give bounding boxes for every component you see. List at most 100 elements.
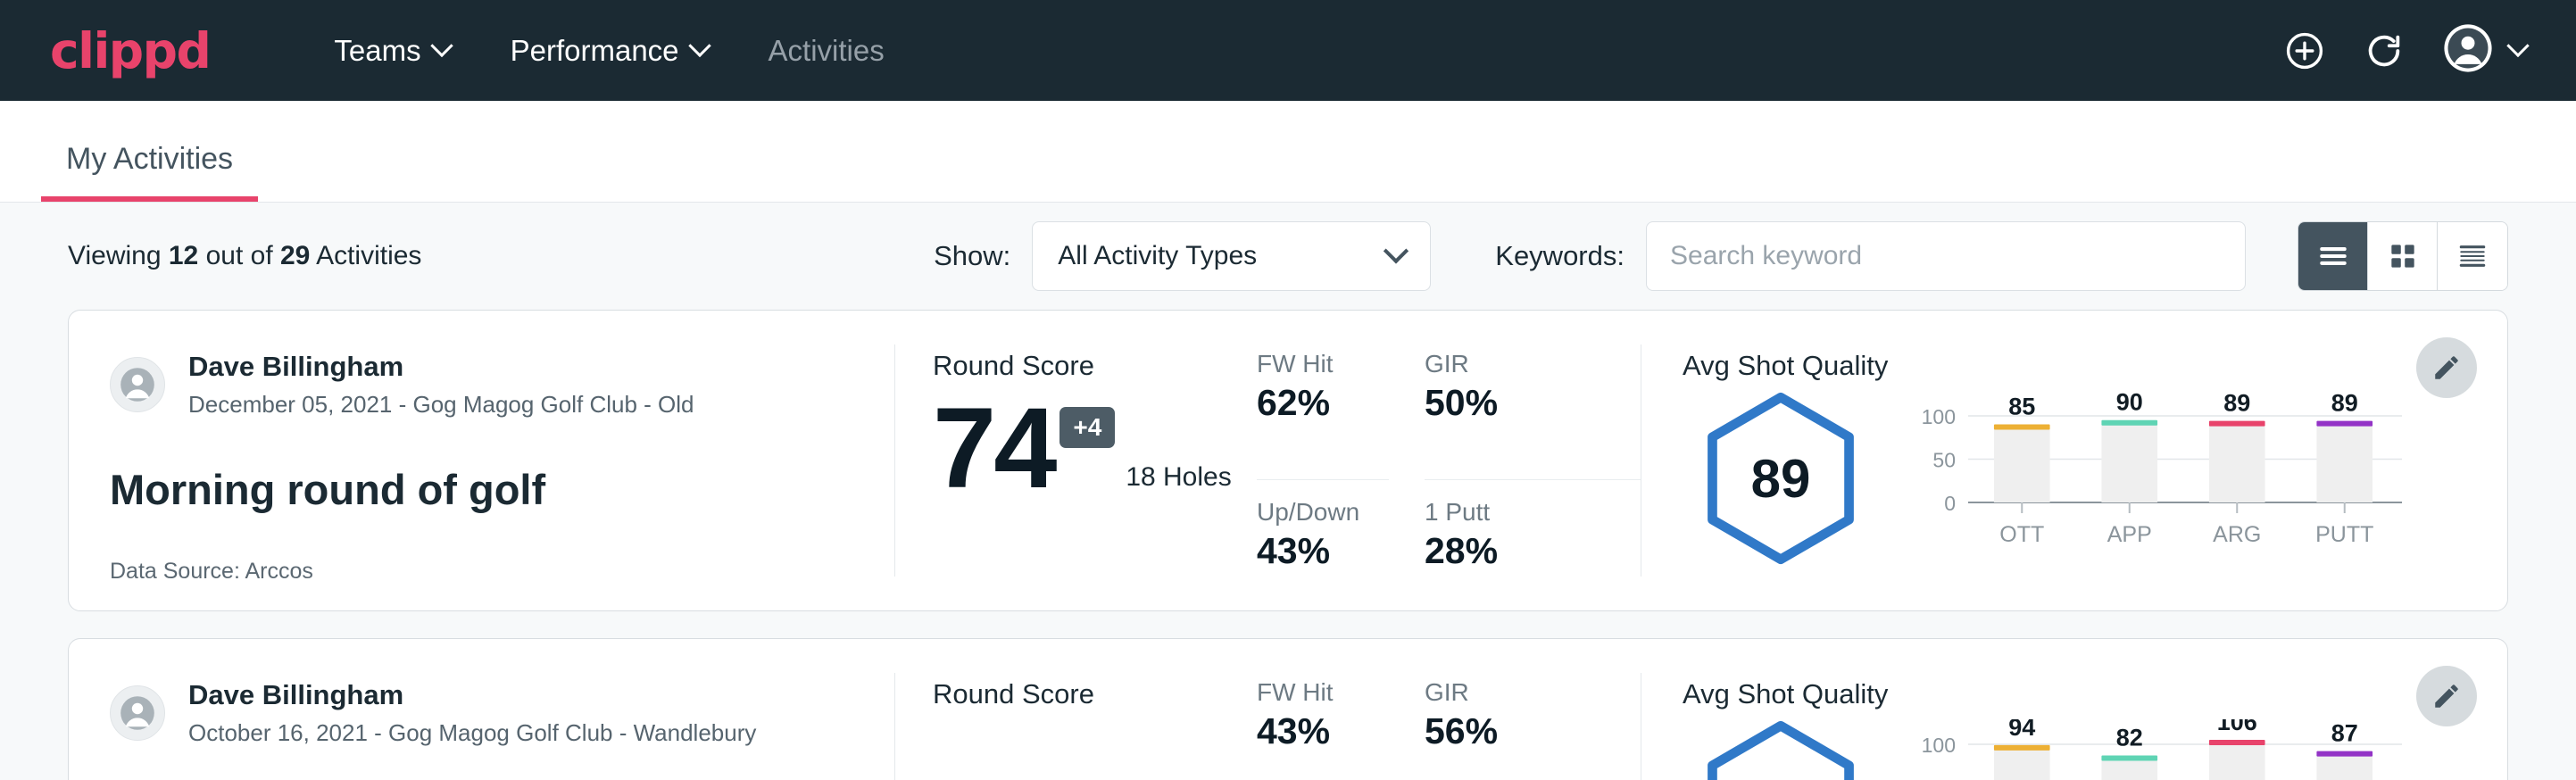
chevron-down-icon	[688, 34, 710, 56]
round-score-section: Round Score	[895, 639, 1257, 780]
stat-fw-hit-value: 62%	[1257, 382, 1389, 424]
svg-text:94: 94	[2008, 719, 2035, 741]
stat-gir: GIR 50%	[1425, 350, 1641, 480]
view-mode-toggle	[2298, 221, 2508, 291]
edit-activity-button[interactable]	[2416, 666, 2477, 726]
stat-fw-hit: FW Hit 43%	[1257, 678, 1389, 780]
avg-shot-quality-body: 05010094OTT82APP106ARG87PUTT	[1683, 719, 2507, 780]
nav-item-activities-label: Activities	[769, 34, 885, 68]
stat-gir-label: GIR	[1425, 678, 1641, 707]
player-header: Dave Billingham October 16, 2021 - Gog M…	[110, 678, 894, 749]
stat-gir-label: GIR	[1425, 350, 1641, 378]
activity-title: Morning round of golf	[110, 465, 894, 514]
player-header: Dave Billingham December 05, 2021 - Gog …	[110, 350, 894, 420]
compact-view-button[interactable]	[2438, 222, 2507, 290]
edit-activity-button[interactable]	[2416, 337, 2477, 398]
svg-text:PUTT: PUTT	[2315, 522, 2373, 547]
refresh-icon[interactable]	[2364, 30, 2405, 71]
svg-text:50: 50	[1932, 449, 1956, 472]
activity-identity: Dave Billingham October 16, 2021 - Gog M…	[69, 639, 894, 780]
round-score-section: Round Score 74 +4 18 Holes	[895, 311, 1257, 610]
account-circle-icon	[2442, 22, 2494, 79]
list-view-button[interactable]	[2298, 222, 2368, 290]
top-navigation-bar: clippd Teams Performance Activities	[0, 0, 2576, 101]
svg-text:0: 0	[1944, 492, 1956, 515]
stat-up-down-label: Up/Down	[1257, 498, 1389, 527]
primary-nav: Teams Performance Activities	[303, 34, 914, 68]
search-input[interactable]	[1670, 241, 2222, 271]
filter-toolbar: Viewing 12 out of 29 Activities Show: Al…	[0, 203, 2576, 310]
svg-text:89: 89	[2223, 391, 2250, 417]
svg-text:APP: APP	[2107, 522, 2152, 547]
viewing-total: 29	[280, 241, 310, 270]
svg-text:OTT: OTT	[1999, 522, 2044, 547]
chevron-down-icon	[2506, 34, 2529, 56]
round-score-value: 74	[933, 396, 1054, 502]
hexagon-badge	[1701, 719, 1860, 780]
quality-hexagon-wrap	[1683, 719, 1879, 780]
svg-text:50: 50	[1932, 777, 1956, 780]
shot-quality-chart: 05010085OTT90APP89ARG89PUTT	[1906, 391, 2406, 569]
viewing-suffix: Activities	[316, 241, 421, 270]
round-score-label: Round Score	[933, 678, 1257, 710]
pencil-icon	[2431, 353, 2462, 383]
user-menu[interactable]	[2442, 22, 2526, 79]
app-logo[interactable]: clippd	[50, 22, 210, 79]
activity-data-source: Data Source: Arccos	[110, 559, 894, 585]
activity-card-list: Dave Billingham December 05, 2021 - Gog …	[0, 310, 2576, 780]
nav-item-performance-label: Performance	[511, 34, 679, 68]
stat-gir-value: 50%	[1425, 382, 1641, 424]
tab-bar: My Activities	[0, 101, 2576, 203]
round-score-row: 74 +4 18 Holes	[933, 396, 1257, 502]
avg-shot-quality-label: Avg Shot Quality	[1683, 350, 2507, 382]
viewing-prefix: Viewing	[68, 241, 162, 270]
svg-text:100: 100	[1922, 734, 1956, 757]
svg-text:ARG: ARG	[2213, 522, 2261, 547]
activity-type-select[interactable]: All Activity Types	[1032, 221, 1431, 291]
stat-up-down: Up/Down 43%	[1257, 498, 1389, 611]
avg-shot-quality-label: Avg Shot Quality	[1683, 678, 2507, 710]
stat-one-putt-label: 1 Putt	[1425, 498, 1641, 527]
nav-item-teams-label: Teams	[334, 34, 420, 68]
svg-text:85: 85	[2008, 394, 2035, 420]
plus-circle-icon[interactable]	[2283, 29, 2326, 72]
round-stats-grid: FW Hit 43% GIR 56% Up/Down 1 Putt	[1257, 639, 1641, 780]
activity-card[interactable]: Dave Billingham October 16, 2021 - Gog M…	[68, 638, 2508, 780]
avg-shot-quality-section: Avg Shot Quality 89 05010085OTT90APP89AR…	[1641, 311, 2507, 610]
activity-identity: Dave Billingham December 05, 2021 - Gog …	[69, 311, 894, 610]
svg-text:106: 106	[2217, 719, 2257, 735]
activity-card[interactable]: Dave Billingham December 05, 2021 - Gog …	[68, 310, 2508, 611]
hexagon-badge: 89	[1701, 391, 1860, 566]
nav-item-performance[interactable]: Performance	[480, 34, 738, 68]
activity-type-select-value: All Activity Types	[1058, 241, 1257, 271]
round-score-label: Round Score	[933, 350, 1257, 382]
nav-item-teams[interactable]: Teams	[303, 34, 479, 68]
stat-fw-hit-label: FW Hit	[1257, 350, 1389, 378]
viewing-summary: Viewing 12 out of 29 Activities	[68, 241, 421, 271]
round-stats-grid: FW Hit 62% GIR 50% Up/Down 43% 1 Putt 28…	[1257, 311, 1641, 610]
svg-text:87: 87	[2331, 720, 2358, 747]
avatar	[110, 357, 165, 412]
avg-shot-quality-section: Avg Shot Quality 05010094OTT82APP106ARG8…	[1641, 639, 2507, 780]
shot-quality-chart: 05010094OTT82APP106ARG87PUTT	[1906, 719, 2406, 780]
avatar	[110, 685, 165, 741]
nav-actions	[2283, 22, 2526, 79]
viewing-count: 12	[169, 241, 198, 270]
stat-gir: GIR 56%	[1425, 678, 1641, 780]
stat-one-putt: 1 Putt 28%	[1425, 498, 1641, 611]
player-name: Dave Billingham	[188, 350, 694, 385]
grid-view-button[interactable]	[2368, 222, 2438, 290]
round-score-badge: +4	[1059, 407, 1115, 448]
activity-meta: October 16, 2021 - Gog Magog Golf Club -…	[188, 718, 756, 749]
svg-text:89: 89	[2331, 391, 2358, 417]
svg-text:82: 82	[2116, 724, 2143, 751]
tab-my-activities[interactable]: My Activities	[41, 142, 258, 202]
nav-item-activities[interactable]: Activities	[738, 34, 915, 68]
chevron-down-icon	[430, 34, 453, 56]
tab-my-activities-label: My Activities	[66, 142, 233, 176]
show-label: Show:	[934, 240, 1010, 272]
stat-one-putt-value: 28%	[1425, 530, 1641, 572]
stat-fw-hit: FW Hit 62%	[1257, 350, 1389, 480]
search-input-wrapper[interactable]	[1646, 221, 2246, 291]
pencil-icon	[2431, 681, 2462, 711]
